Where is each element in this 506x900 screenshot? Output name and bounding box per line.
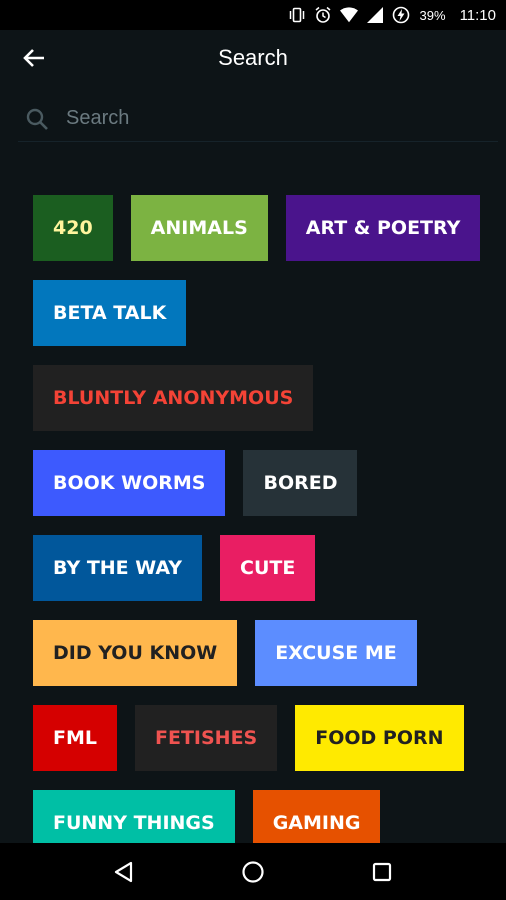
tag-chip[interactable]: BORED	[243, 450, 358, 516]
tag-chip[interactable]: FOOD PORN	[295, 705, 464, 771]
page-title: Search	[218, 45, 288, 70]
app-screen: Search 420 ANIMALS ART & POETRY BETA TALK BL…	[0, 30, 506, 843]
back-button[interactable]	[18, 44, 50, 72]
recents-square-icon	[372, 862, 391, 881]
tag-chip[interactable]: BY THE WAY	[33, 535, 203, 601]
nav-recents-button[interactable]	[362, 852, 402, 892]
tag-chip[interactable]: ANIMALS	[130, 195, 268, 261]
home-circle-icon	[242, 860, 264, 883]
back-triangle-icon	[115, 861, 133, 882]
search-icon	[18, 100, 56, 138]
system-nav-bar	[0, 843, 506, 900]
tag-chip[interactable]: CUTE	[220, 535, 316, 601]
tag-chip[interactable]: FETISHES	[135, 705, 278, 771]
alarm-icon	[314, 6, 332, 24]
tag-chip[interactable]: BETA TALK	[33, 280, 187, 346]
status-bar: 39% 11:10	[0, 0, 506, 30]
tag-chip[interactable]: FML	[33, 705, 117, 771]
tag-list: 420 ANIMALS ART & POETRY BETA TALK BLUNTLY A…	[33, 195, 483, 843]
toolbar: Search	[0, 30, 506, 86]
search-bar	[18, 96, 498, 142]
wifi-icon	[339, 6, 358, 24]
arrow-back-icon	[23, 49, 44, 67]
tag-chip[interactable]: BLUNTLY ANONYMOUS	[33, 365, 314, 431]
signal-icon	[366, 6, 384, 24]
tag-chip[interactable]: GAMING	[252, 790, 381, 843]
search-input[interactable]	[56, 100, 498, 137]
tag-chip[interactable]: 420	[33, 195, 113, 261]
tag-chip[interactable]: EXCUSE ME	[255, 620, 417, 686]
tag-chip[interactable]: ART & POETRY	[285, 195, 481, 261]
tag-chip[interactable]: DID YOU KNOW	[33, 620, 238, 686]
battery-percent: 39%	[419, 7, 446, 23]
battery-charging-icon	[392, 6, 410, 24]
nav-home-button[interactable]	[233, 852, 273, 892]
tag-chip[interactable]: FUNNY THINGS	[33, 790, 235, 843]
clock: 11:10	[459, 6, 496, 24]
tag-chip[interactable]: BOOK WORMS	[33, 450, 226, 516]
nav-back-button[interactable]	[104, 852, 144, 892]
vibrate-icon	[288, 6, 306, 24]
